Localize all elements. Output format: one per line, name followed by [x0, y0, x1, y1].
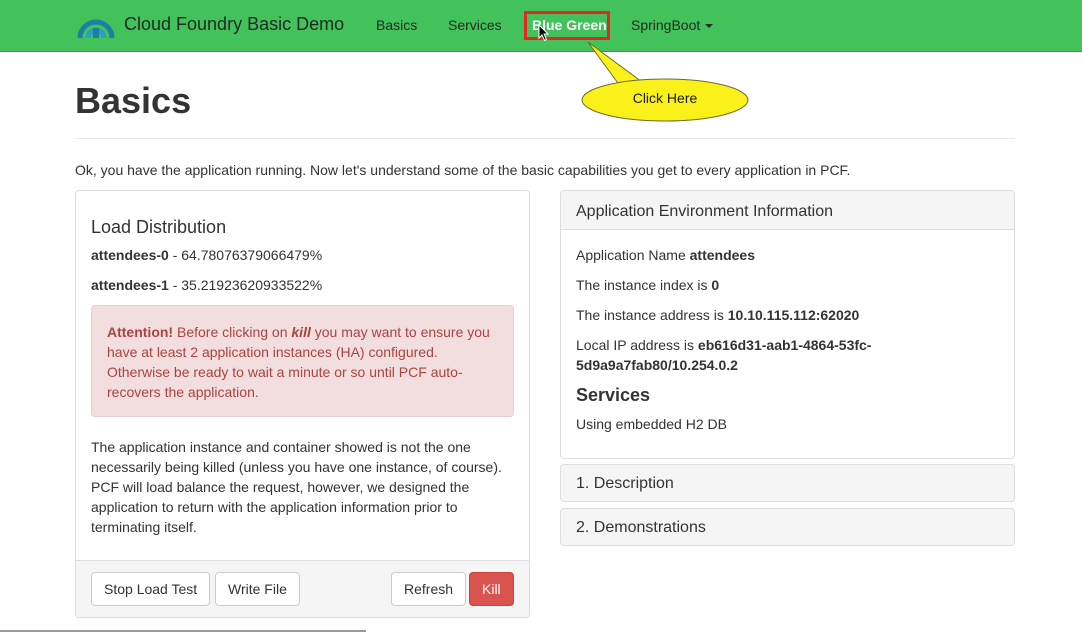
instance-address-value: 10.10.115.112:62020: [727, 307, 860, 323]
scroll-indicator: [0, 630, 366, 632]
nav-services[interactable]: Services: [448, 17, 502, 33]
instance-percent: - 35.21923620933522%: [168, 277, 323, 293]
cloud-foundry-logo-icon[interactable]: [76, 6, 116, 40]
refresh-button[interactable]: Refresh: [391, 572, 467, 606]
description-panel[interactable]: 1. Description: [560, 464, 1015, 502]
demonstrations-panel[interactable]: 2. Demonstrations: [560, 508, 1015, 546]
attention-alert: Attention! Before clicking on kill you m…: [91, 305, 514, 417]
instance-index-label: The instance index is: [576, 277, 712, 293]
panel-footer: Stop Load Test Write File Refresh Kill: [76, 560, 529, 617]
caret-down-icon: [705, 24, 714, 29]
mouse-cursor-icon: [538, 24, 550, 42]
nav-basics[interactable]: Basics: [376, 17, 417, 33]
local-ip-label: Local IP address is: [576, 337, 698, 353]
highlight-box: [524, 11, 610, 40]
services-heading: Services: [576, 385, 651, 405]
instance-row: attendees-0 - 64.78076379066479%: [91, 247, 322, 263]
load-distribution-panel: Load Distribution attendees-0 - 64.78076…: [75, 190, 530, 618]
nav-springboot-label: SpringBoot: [631, 17, 701, 33]
demonstrations-title: 2. Demonstrations: [576, 519, 706, 536]
stop-load-test-button[interactable]: Stop Load Test: [91, 572, 211, 606]
load-description: The application instance and container s…: [91, 439, 502, 535]
app-name-value: attendees: [689, 247, 755, 263]
alert-strong: Attention!: [107, 324, 174, 340]
page-title: Basics: [75, 80, 192, 121]
nav-springboot[interactable]: SpringBoot: [631, 17, 714, 33]
instance-address-row: The instance address is 10.10.115.112:62…: [576, 305, 1001, 325]
brand-title[interactable]: Cloud Foundry Basic Demo: [124, 14, 344, 35]
instance-name: attendees-1: [91, 277, 169, 293]
alert-text: Before clicking on: [173, 324, 292, 340]
app-name-row: Application Name attendees: [576, 245, 1001, 265]
alert-kill-word: kill: [291, 324, 311, 340]
services-text: Using embedded H2 DB: [576, 416, 727, 432]
instance-row: attendees-1 - 35.21923620933522%: [91, 277, 322, 293]
instance-percent: - 64.78076379066479%: [168, 247, 323, 263]
title-divider: [75, 138, 1015, 139]
local-ip-row: Local IP address is eb616d31-aab1-4864-5…: [576, 335, 906, 375]
app-env-heading: Application Environment Information: [576, 203, 834, 220]
instance-index-value: 0: [711, 277, 720, 293]
kill-button[interactable]: Kill: [469, 572, 514, 606]
instance-index-row: The instance index is 0: [576, 275, 1001, 295]
app-env-panel: Application Environment Information Appl…: [560, 190, 1015, 459]
instance-name: attendees-0: [91, 247, 169, 263]
instance-address-label: The instance address is: [576, 307, 728, 323]
description-title: 1. Description: [576, 475, 674, 492]
callout-bubble: [581, 41, 749, 122]
panel-heading: Application Environment Information: [561, 191, 1014, 230]
intro-text: Ok, you have the application running. No…: [75, 162, 851, 178]
write-file-button[interactable]: Write File: [215, 572, 300, 606]
load-distribution-heading: Load Distribution: [91, 217, 227, 237]
callout-text: Click Here: [632, 90, 698, 106]
app-name-label: Application Name: [576, 247, 690, 263]
